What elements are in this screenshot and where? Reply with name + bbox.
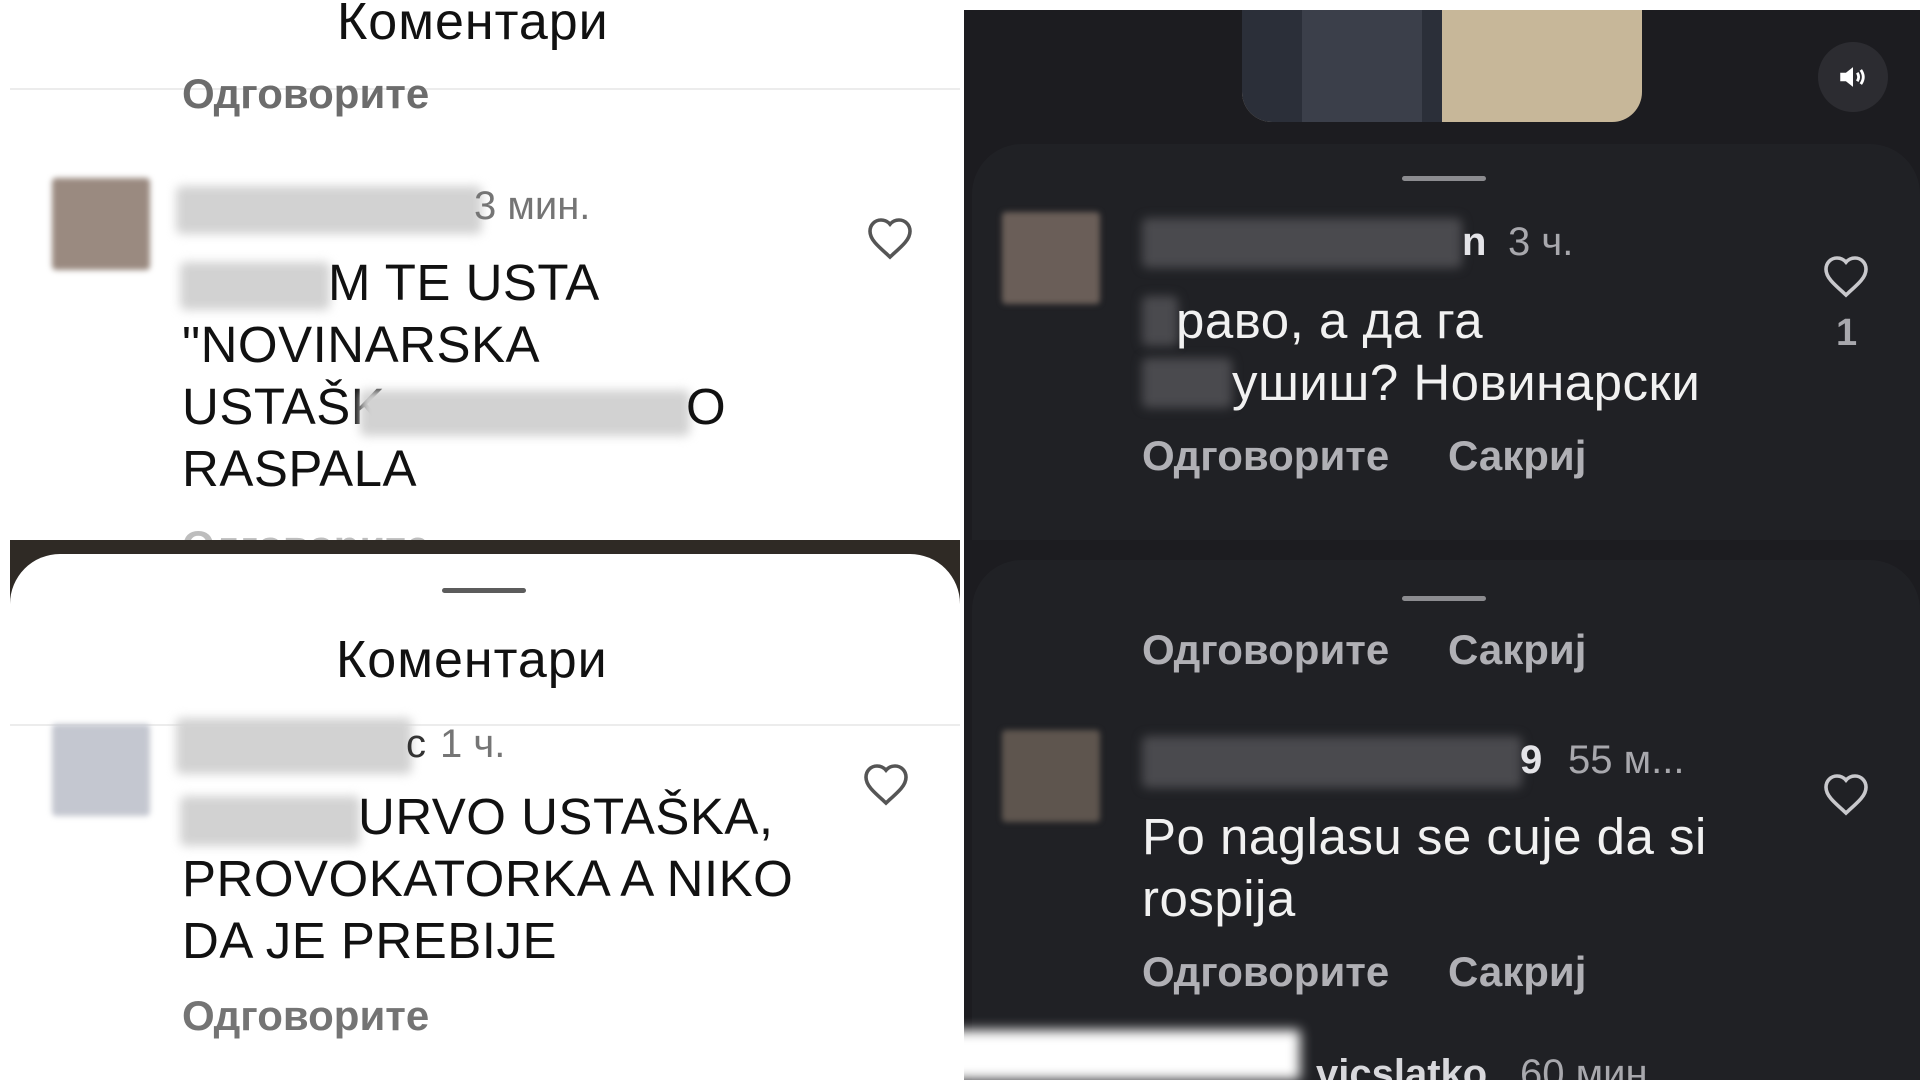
comment-line-1: раво, а да га [1176,292,1484,349]
next-commenter-name[interactable]: vicslatko [1316,1052,1487,1080]
heart-icon[interactable] [1822,772,1870,816]
censored-name-blur [960,1030,1300,1080]
comment-line-1: Po naglasu se cuje da si [1142,808,1707,865]
comments-panel-bottom-left: Коментари c 1 ч. URVO USTAŠKA, PROVOKATO… [0,540,960,1080]
comment-timestamp: 3 мин. [474,184,591,228]
sheet-drag-handle[interactable] [1402,176,1486,181]
censored-text-blur [1142,296,1178,346]
heart-icon[interactable] [1822,254,1870,298]
censored-text-blur [180,262,330,310]
comment-line-2: PROVOKATORKA A NIKO [182,850,794,907]
heart-icon[interactable] [862,762,910,806]
video-thumbnail [1242,10,1642,122]
comment-line-2: "NOVINARSKA [182,316,541,373]
commenter-name-tail[interactable]: n [1462,220,1486,265]
reply-button[interactable]: Одговорите [182,70,429,118]
comment-timestamp: 1 ч. [440,722,506,766]
comment-line-3: USTAŠK [182,378,386,435]
hide-button[interactable]: Сакриј [1448,432,1586,480]
reply-button[interactable]: Одговорите [182,992,429,1040]
like-count: 1 [1836,312,1858,354]
commenter-avatar[interactable] [52,178,150,270]
commenter-name-blurred[interactable] [1142,218,1462,268]
hide-button[interactable]: Сакриј [1448,626,1586,674]
comments-panel-top-right: n 3 ч. 1 раво, а да га ушиш? Новинарски … [960,0,1920,540]
comment-timestamp: 55 м... [1568,738,1685,782]
reply-button[interactable]: Одговорите [1142,626,1389,674]
commenter-avatar[interactable] [1002,212,1100,304]
comment-line-2: rospija [1142,870,1296,927]
commenter-avatar[interactable] [52,724,150,816]
comments-panel-top-left: Коментари Одговорите 3 мин. M TE USTA "N… [0,0,960,540]
sheet-drag-handle[interactable] [1402,596,1486,601]
commenter-name-blurred[interactable] [1142,736,1522,788]
sheet-drag-handle[interactable] [442,588,526,593]
commenter-name-blurred[interactable] [176,186,482,234]
censored-text-blur [360,390,690,436]
comment-line-1: URVO USTAŠKA, [358,788,774,845]
comments-panel-bottom-right: Одговорите Сакриј 9 55 м... Po naglasu s… [960,540,1920,1080]
comments-header-title: Коментари [337,0,609,51]
next-comment-timestamp: 60 мин. [1520,1052,1659,1080]
reply-button[interactable]: Одговорите [1142,432,1389,480]
header-divider [10,88,960,90]
comment-line-3-tail: O [686,378,727,435]
censored-text-blur [1142,358,1232,408]
comment-line-1: M TE USTA [328,254,600,311]
heart-icon[interactable] [866,216,914,260]
reply-button[interactable]: Одговорите [1142,948,1389,996]
speaker-icon[interactable] [1818,42,1888,112]
commenter-name-tail[interactable]: c [406,722,426,767]
comment-timestamp: 3 ч. [1508,220,1574,264]
commenter-name-tail[interactable]: 9 [1520,738,1542,783]
hide-button[interactable]: Сакриј [1448,948,1586,996]
reply-button[interactable]: Одговорите [182,522,429,540]
commenter-name-blurred[interactable] [176,718,412,774]
comment-line-2: ушиш? Новинарски [1232,354,1701,411]
censored-text-blur [180,796,360,846]
comment-line-4: RASPALA [182,440,417,497]
commenter-avatar[interactable] [1002,730,1100,822]
comment-line-3: DA JE PREBIJE [182,912,557,969]
comments-header-title: Коментари [336,631,608,689]
